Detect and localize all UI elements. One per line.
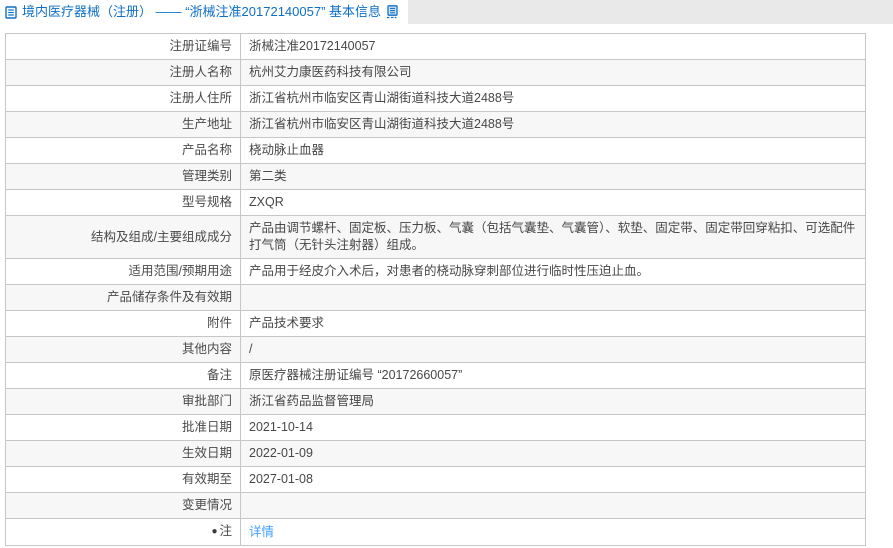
row-value: 浙械注准20172140057 <box>240 33 866 60</box>
table-row: 其他内容 / <box>5 336 866 363</box>
page-title: 境内医疗器械（注册） —— “浙械注准20172140057” 基本信息 <box>22 4 382 19</box>
row-label: 有效期至 <box>5 466 241 493</box>
row-label: 变更情况 <box>5 492 241 519</box>
row-label: 注册证编号 <box>5 33 241 60</box>
content-area: 注册证编号 浙械注准20172140057 注册人名称 杭州艾力康医药科技有限公司 注册… <box>0 24 893 546</box>
row-label: 批准日期 <box>5 414 241 441</box>
table-row: 管理类别 第二类 <box>5 163 866 190</box>
row-value: 产品技术要求 <box>240 310 866 337</box>
bulb-icon: ● <box>211 526 218 537</box>
table-row: 备注 原医疗器械注册证编号 “20172660057” <box>5 362 866 389</box>
table-row: 批准日期 2021-10-14 <box>5 414 866 441</box>
row-value: 浙江省药品监督管理局 <box>240 388 866 415</box>
row-label: 审批部门 <box>5 388 241 415</box>
table-row: 生效日期 2022-01-09 <box>5 440 866 467</box>
table-row: 产品名称 桡动脉止血器 <box>5 137 866 164</box>
table-row: 生产地址 浙江省杭州市临安区青山湖街道科技大道2488号 <box>5 111 866 138</box>
row-value: 2021-10-14 <box>240 414 866 441</box>
tab-bar: 境内医疗器械（注册） —— “浙械注准20172140057” 基本信息 <box>0 0 893 24</box>
table-row: ● 注详情 <box>5 518 866 546</box>
row-label: 适用范围/预期用途 <box>5 258 241 285</box>
row-value: 第二类 <box>240 163 866 190</box>
info-table: 注册证编号 浙械注准20172140057 注册人名称 杭州艾力康医药科技有限公司 注册… <box>5 33 866 546</box>
row-label: 注册人住所 <box>5 85 241 112</box>
row-value <box>240 284 866 311</box>
table-row: 适用范围/预期用途 产品用于经皮介入术后，对患者的桡动脉穿刺部位进行临时性压迫止血… <box>5 258 866 285</box>
row-value: / <box>240 336 866 363</box>
row-value: 桡动脉止血器 <box>240 137 866 164</box>
row-label: 注册人名称 <box>5 59 241 86</box>
row-value: 产品用于经皮介入术后，对患者的桡动脉穿刺部位进行临时性压迫止血。 <box>240 258 866 285</box>
info-table-body: 注册证编号 浙械注准20172140057 注册人名称 杭州艾力康医药科技有限公司 注册… <box>5 33 866 546</box>
table-row: 注册人名称 杭州艾力康医药科技有限公司 <box>5 59 866 86</box>
row-label: 生效日期 <box>5 440 241 467</box>
row-label: ● 注 <box>5 518 241 546</box>
table-row: 产品储存条件及有效期 <box>5 284 866 311</box>
row-value: 产品由调节螺杆、固定板、压力板、气囊（包括气囊垫、气囊管）、软垫、固定带、固定带… <box>240 215 866 259</box>
row-label: 生产地址 <box>5 111 241 138</box>
table-row: 注册证编号 浙械注准20172140057 <box>5 33 866 60</box>
table-row: 审批部门 浙江省药品监督管理局 <box>5 388 866 415</box>
table-row: 结构及组成/主要组成成分 产品由调节螺杆、固定板、压力板、气囊（包括气囊垫、气囊管… <box>5 215 866 259</box>
row-label: 备注 <box>5 362 241 389</box>
row-value: 原医疗器械注册证编号 “20172660057” <box>240 362 866 389</box>
row-label: 产品储存条件及有效期 <box>5 284 241 311</box>
form-icon <box>386 5 399 19</box>
row-value: 杭州艾力康医药科技有限公司 <box>240 59 866 86</box>
tab-basic-info[interactable]: 境内医疗器械（注册） —— “浙械注准20172140057” 基本信息 <box>0 0 409 24</box>
row-label: 附件 <box>5 310 241 337</box>
details-link[interactable]: 详情 <box>249 525 274 539</box>
table-row: 型号规格 ZXQR <box>5 189 866 216</box>
document-icon <box>5 5 17 19</box>
table-row: 变更情况 <box>5 492 866 519</box>
row-value: 详情 <box>240 518 866 546</box>
row-label: 产品名称 <box>5 137 241 164</box>
row-value <box>240 492 866 519</box>
table-row: 注册人住所 浙江省杭州市临安区青山湖街道科技大道2488号 <box>5 85 866 112</box>
row-value: 2022-01-09 <box>240 440 866 467</box>
row-value: 浙江省杭州市临安区青山湖街道科技大道2488号 <box>240 85 866 112</box>
row-label: 型号规格 <box>5 189 241 216</box>
table-row: 附件 产品技术要求 <box>5 310 866 337</box>
row-value: 2027-01-08 <box>240 466 866 493</box>
table-row: 有效期至 2027-01-08 <box>5 466 866 493</box>
row-label: 结构及组成/主要组成成分 <box>5 215 241 259</box>
row-label: 其他内容 <box>5 336 241 363</box>
row-value: ZXQR <box>240 189 866 216</box>
row-label: 管理类别 <box>5 163 241 190</box>
row-value: 浙江省杭州市临安区青山湖街道科技大道2488号 <box>240 111 866 138</box>
